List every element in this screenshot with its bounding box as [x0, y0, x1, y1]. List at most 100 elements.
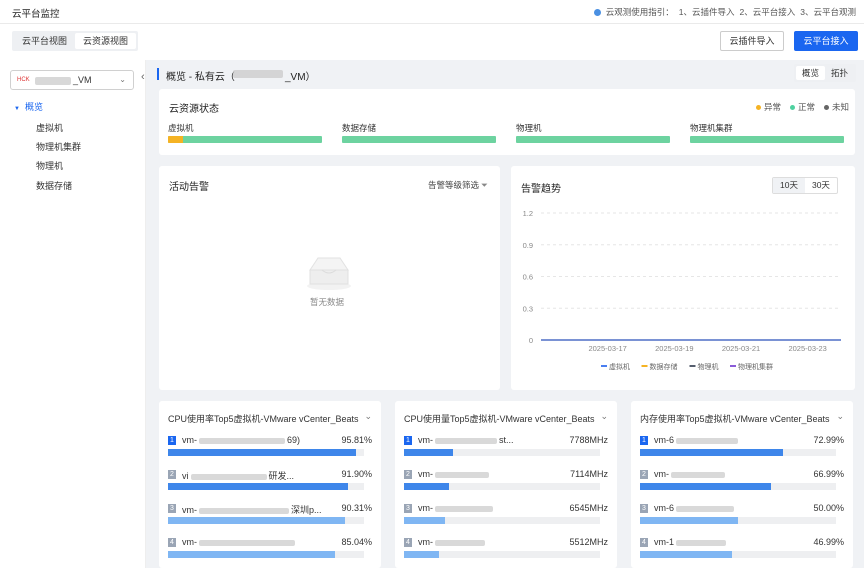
cloud-select[interactable]: HCK _VM ⌄ [10, 70, 134, 90]
metric-value: 85.04% [341, 537, 372, 547]
empty-box-icon [307, 257, 351, 290]
list-item[interactable]: 2 vm- 66.99% [640, 469, 844, 493]
y-tick-label: 0.6 [523, 273, 533, 282]
view-switch: 云平台视图 云资源视图 [12, 31, 139, 51]
cloud-select-value: _VM [73, 75, 92, 85]
list-item[interactable]: 1 vm-6 72.99% [640, 435, 844, 459]
legend-label: 虚拟机 [609, 362, 630, 371]
range-switch: 10天 30天 [772, 177, 838, 194]
vm-name-suffix: 69) [287, 435, 301, 445]
progress-fill [640, 483, 772, 490]
vm-name-prefix: vm- [182, 505, 197, 515]
resource-bar-host-cluster[interactable] [690, 136, 844, 143]
x-tick-label: 2025-03-23 [788, 344, 826, 353]
vm-name: vm- [654, 469, 727, 479]
vm-name-prefix: vm- [418, 503, 433, 513]
redacted-vm-name [676, 505, 734, 512]
chevron-down-icon[interactable]: ⌄ [600, 411, 608, 422]
tab-topology[interactable]: 拓扑 [825, 66, 854, 80]
sidebar-item-datastore[interactable]: 数据存储 [36, 179, 72, 192]
rank-badge: 4 [404, 538, 412, 547]
metric-value: 5512MHz [569, 537, 608, 547]
vm-name-prefix: vm- [418, 469, 433, 479]
empty-text: 暂无数据 [310, 297, 345, 307]
vm-name: vm- 69) [182, 435, 300, 445]
list-item[interactable]: 4 vm-1 46.99% [640, 537, 844, 561]
rank-badge: 3 [168, 504, 176, 513]
legend-swatch [730, 365, 736, 367]
progress-track [404, 449, 600, 456]
tab-cloud-resource-view[interactable]: 云资源视图 [75, 33, 137, 49]
active-alarms-title: 活动告警 [169, 182, 209, 193]
list-item[interactable]: 4 vm- 85.04% [168, 537, 372, 561]
title-accent [157, 68, 159, 80]
sidebar-item-host[interactable]: 物理机 [36, 159, 63, 172]
x-tick-label: 2025-03-21 [722, 344, 760, 353]
legend-abnormal: 异常 [755, 101, 781, 113]
resource-bar-host[interactable] [516, 136, 670, 143]
redacted-cloud-name [233, 70, 283, 78]
list-item[interactable]: 3 vm- 深圳p... 90.31% [168, 503, 372, 527]
vm-name: vm-st... [418, 435, 514, 445]
progress-track [640, 517, 836, 524]
location-pin-icon [593, 8, 601, 16]
list-item[interactable]: 1 vm-st... 7788MHz [404, 435, 608, 459]
redacted-name [35, 77, 71, 85]
legend-unknown: 未知 [823, 101, 849, 113]
vm-name-prefix: vm-6 [654, 435, 674, 445]
alarm-level-filter[interactable]: 告警等级筛选 ⏷ [428, 179, 488, 191]
rank-badge: 1 [404, 436, 412, 445]
tab-overview[interactable]: 概览 [795, 66, 825, 80]
memory-usage-top5-card: 内存使用率Top5虚拟机-VMware vCenter_Beats ⌄ 1 vm-… [631, 401, 853, 568]
list-item[interactable]: 3 vm- 6545MHz [404, 503, 608, 527]
plugin-import-button[interactable]: 云插件导入 [720, 31, 784, 51]
guide-step-2[interactable]: 2、云平台接入 [740, 6, 796, 18]
x-tick-label: 2025-03-19 [655, 344, 693, 353]
platform-access-button[interactable]: 云平台接入 [794, 31, 858, 51]
legend-label: 数据存储 [650, 362, 678, 371]
vm-name-prefix: vm- [418, 435, 433, 445]
vm-name-prefix: vm- [654, 469, 669, 479]
guide-step-1[interactable]: 1、云插件导入 [679, 6, 735, 18]
alarm-trend-chart[interactable]: 1.2 0.9 0.6 0.3 0 2025-03-17 2025-03-19 2025-03… [511, 200, 855, 385]
resource-bar-vm[interactable] [168, 136, 322, 143]
sidebar-item-host-cluster[interactable]: 物理机集群 [36, 140, 81, 153]
range-10-days[interactable]: 10天 [773, 178, 805, 193]
chevron-down-icon: ⌄ [119, 75, 126, 84]
chevron-down-icon[interactable]: ⌄ [364, 411, 372, 422]
list-item[interactable]: 4 vm- 5512MHz [404, 537, 608, 561]
vm-name-prefix: vm- [182, 435, 197, 445]
resource-bar-datastore[interactable] [342, 136, 496, 143]
app-title: 云平台监控 [12, 9, 60, 20]
vm-name: vm- 深圳p... [182, 503, 322, 516]
legend-label: 正常 [797, 102, 815, 112]
card-title: 内存使用率Top5虚拟机-VMware vCenter_Beats [640, 414, 830, 424]
tree-root-overview[interactable]: ▼ 概览 [14, 100, 43, 113]
redacted-vm-name [199, 437, 285, 444]
legend-label: 未知 [831, 102, 849, 112]
legend-swatch [689, 365, 696, 367]
list-item[interactable]: 2 vi 研发... 91.90% [168, 469, 372, 493]
list-item[interactable]: 2 vm- 7114MHz [404, 469, 608, 493]
filter-label: 告警等级筛选 [428, 180, 480, 190]
sidebar-item-vm[interactable]: 虚拟机 [36, 121, 63, 134]
guide-step-3[interactable]: 3、云平台观测 [800, 6, 856, 18]
list-item[interactable]: 1 vm- 69) 95.81% [168, 435, 372, 459]
metric-value: 6545MHz [569, 503, 608, 513]
resource-status-card [159, 89, 855, 155]
status-legend: 异常 正常 未知 [755, 101, 849, 113]
range-30-days[interactable]: 30天 [805, 178, 837, 193]
card-title: CPU使用率Top5虚拟机-VMware vCenter_Beats [168, 414, 359, 424]
redacted-vm-name [190, 473, 267, 480]
tab-cloud-platform-view[interactable]: 云平台视图 [14, 33, 75, 49]
rank-badge: 1 [640, 436, 648, 445]
progress-fill [404, 449, 453, 456]
legend-label: 异常 [763, 102, 781, 112]
list-item[interactable]: 3 vm-6 50.00% [640, 503, 844, 527]
chevron-down-icon[interactable]: ⌄ [836, 411, 844, 422]
rank-badge: 4 [168, 538, 176, 547]
sidebar [0, 60, 146, 568]
vm-name-suffix: 研发... [268, 471, 295, 481]
chevron-left-icon[interactable]: ‹ [141, 71, 145, 83]
redacted-vm-name [199, 507, 289, 514]
